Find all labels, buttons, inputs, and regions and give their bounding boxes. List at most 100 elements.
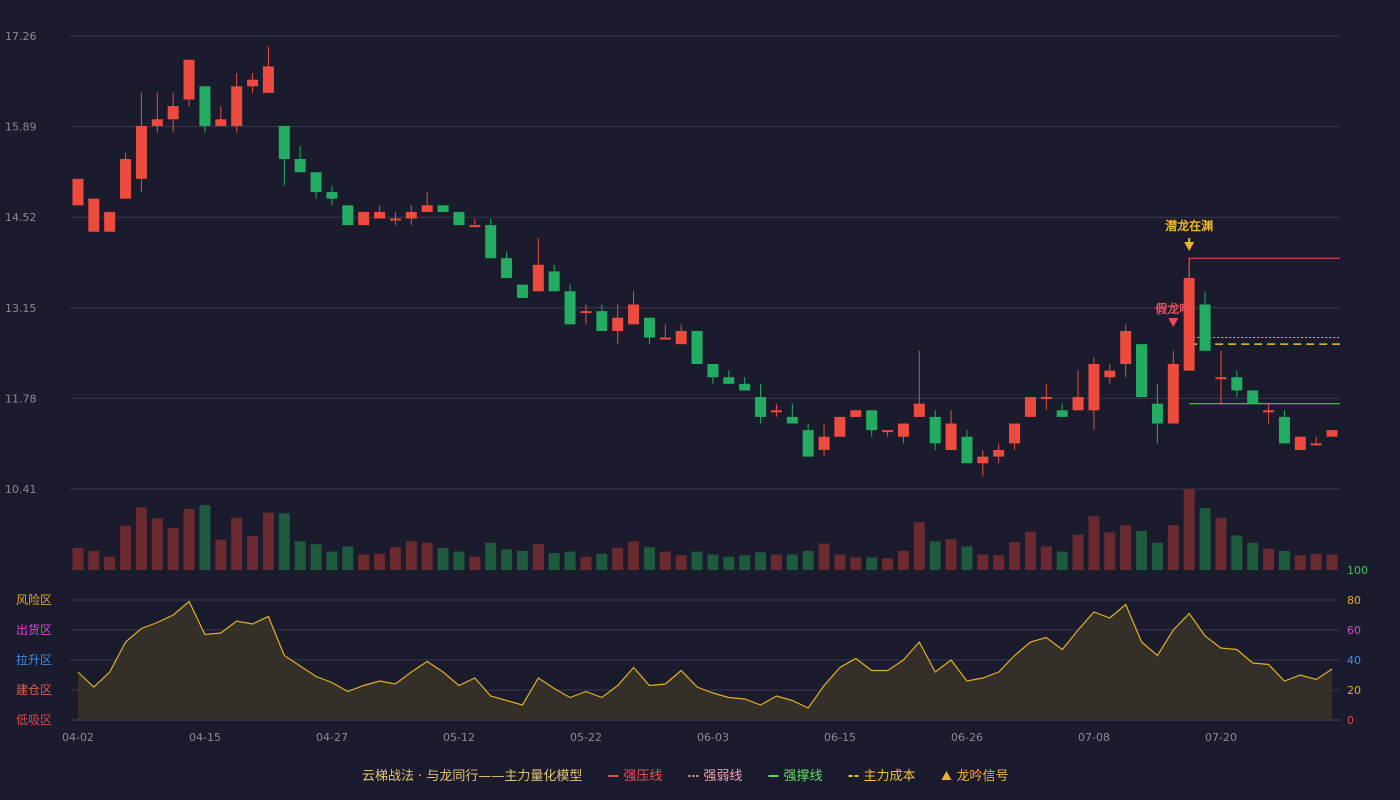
candles (72, 46, 1338, 477)
jialong-label: 假龙吟 (1155, 301, 1191, 316)
candle-body (501, 258, 513, 279)
candle-body (977, 456, 989, 464)
candle-body (183, 59, 195, 100)
candle-body (1199, 304, 1211, 351)
indicator-tick-label: 40 (1347, 654, 1361, 667)
candle-body (247, 79, 259, 87)
volume-bar (167, 528, 179, 570)
date-tick-label: 06-26 (951, 731, 983, 744)
volume-bar (802, 550, 814, 570)
zone-label: 低吸区 (16, 713, 52, 727)
candle-body (961, 436, 973, 464)
volume-bar (1009, 542, 1021, 570)
volume-bar (453, 551, 465, 570)
indicator-tick-label: 0 (1347, 714, 1354, 727)
date-tick-label: 05-22 (570, 731, 602, 744)
candle-body (770, 410, 782, 413)
volume-bar (1263, 548, 1275, 570)
candle-body (151, 119, 163, 126)
volume-bar (1120, 525, 1132, 570)
volume-bar (913, 522, 925, 570)
volume-bar (945, 539, 957, 570)
volume-bar (342, 546, 354, 570)
candle-body (913, 403, 925, 417)
candle-body (215, 119, 227, 126)
qianlong-label: 潜龙在渊 (1165, 218, 1213, 233)
candle-body (516, 284, 528, 298)
zone-label: 出货区 (16, 622, 52, 637)
volume-bar (755, 552, 767, 570)
volume-bar (469, 556, 481, 570)
candle-body (1263, 410, 1275, 413)
volume-bar (215, 539, 227, 570)
volume-bar (818, 543, 830, 570)
volume-bar (501, 549, 513, 570)
candle-body (739, 383, 751, 391)
candle-body (1056, 410, 1068, 417)
volume-bar (104, 556, 116, 570)
volume-bar (643, 547, 655, 570)
indicator-tick-label: 80 (1347, 594, 1361, 607)
candle-body (1326, 430, 1338, 437)
volume-bar (326, 551, 338, 570)
candle-body (374, 211, 386, 219)
volume-bar (1104, 532, 1116, 570)
candle-body (1120, 330, 1132, 365)
volume-bar (358, 554, 370, 570)
volume-bar (596, 553, 608, 570)
date-tick-label: 06-03 (697, 731, 729, 744)
volume-bar (1167, 525, 1179, 570)
candle-body (564, 291, 576, 325)
date-tick-label: 07-20 (1205, 731, 1237, 744)
zone-label: 建仓区 (16, 683, 52, 697)
volume-bar (897, 550, 909, 570)
volume-bar (120, 525, 132, 570)
volume-bar (993, 555, 1005, 570)
volume-bar (612, 547, 624, 570)
price-tick-label: 17.26 (5, 30, 37, 43)
candle-body (802, 430, 814, 457)
volume-bar (866, 557, 878, 570)
candle-body (675, 330, 687, 345)
volume-bar (834, 554, 846, 570)
volume-bar (1310, 553, 1322, 570)
candle-body (993, 449, 1005, 457)
volume-bar (374, 553, 386, 570)
candle-body (326, 192, 338, 199)
candle-body (659, 337, 671, 340)
volume-bar (1151, 542, 1163, 570)
legend-label: 强撑线 (783, 769, 822, 784)
stock-chart: 17.26 15.89 14.52 13.15 11.78 10.41 潜龙在渊假龙吟 1… (5, 30, 1368, 784)
date-tick-label: 07-08 (1078, 731, 1110, 744)
candle-body (278, 125, 290, 160)
volume-bar (199, 505, 211, 570)
candle-body (643, 317, 655, 338)
volume-bar (1294, 555, 1306, 570)
candle-body (850, 410, 862, 417)
candle-body (469, 225, 481, 228)
indicator-panel: 100 80 60 40 20 0 风险区出货区拉升区建仓区低吸区 (16, 564, 1368, 727)
indicator-area (77, 601, 1333, 720)
candle-body (580, 311, 592, 314)
volume-bar (1136, 530, 1148, 570)
candle-body (596, 311, 608, 331)
candle-body (88, 198, 100, 232)
volume-bar (1278, 550, 1290, 570)
candle-body (310, 172, 322, 193)
candle-body (199, 86, 211, 126)
volume-bar (1040, 546, 1052, 570)
candle-body (1294, 436, 1306, 450)
volume-bar (1072, 534, 1084, 570)
date-tick-label: 04-15 (189, 731, 221, 744)
candle-body (485, 225, 497, 259)
volume-bar (977, 554, 989, 570)
volume-bar (135, 507, 147, 570)
date-tick-label: 05-12 (443, 731, 475, 744)
volume-bar (580, 556, 592, 570)
candle-body (548, 271, 560, 292)
candle-body (897, 423, 909, 437)
volume-bar (786, 554, 798, 570)
price-axis: 17.26 15.89 14.52 13.15 11.78 10.41 (5, 30, 37, 496)
volume-bar (437, 547, 449, 570)
candle-body (135, 125, 147, 179)
